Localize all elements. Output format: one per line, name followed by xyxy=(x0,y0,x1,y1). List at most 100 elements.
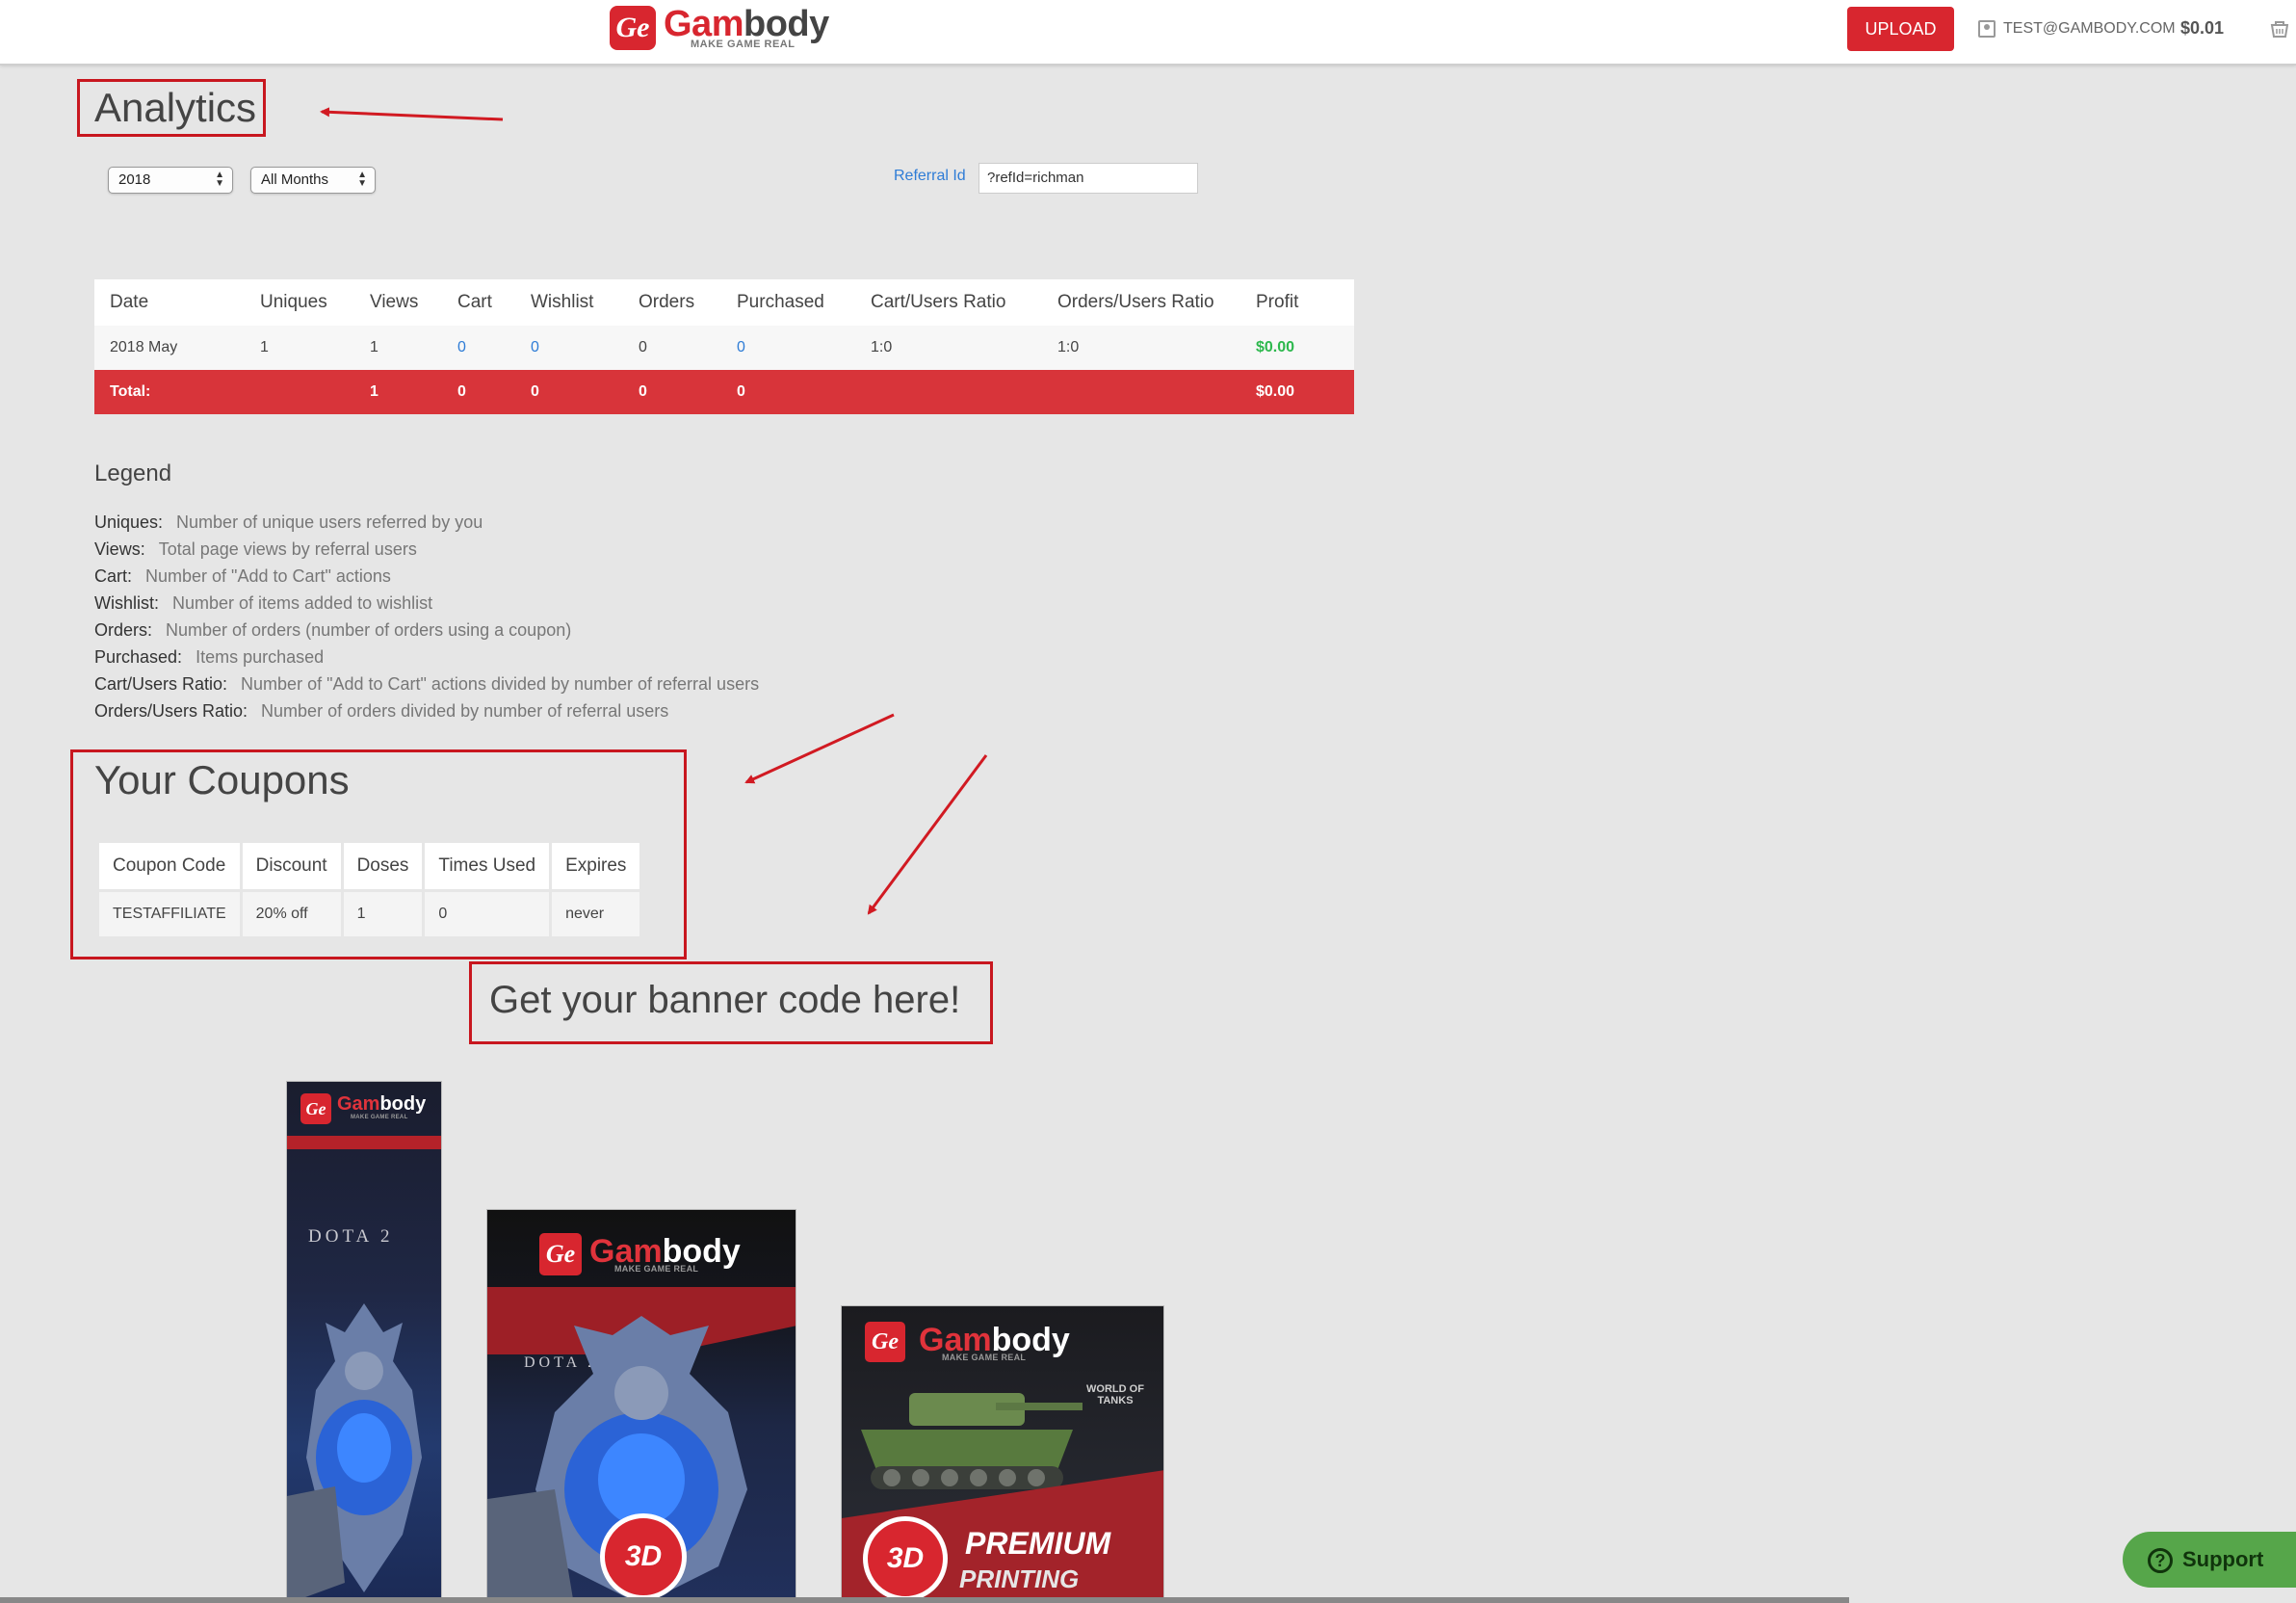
referral-id-label: Referral Id xyxy=(894,168,966,184)
table-row: TESTAFFILIATE 20% off 1 0 never xyxy=(99,892,640,936)
total-profit: $0.00 xyxy=(1240,370,1354,414)
banner-logo-word-red: Gam xyxy=(337,1093,380,1115)
cell-cart-link[interactable]: 0 xyxy=(442,326,515,370)
col-doses: Doses xyxy=(343,843,423,889)
cell-wishlist-link[interactable]: 0 xyxy=(515,326,623,370)
window-bottom-edge xyxy=(0,1597,1849,1603)
printing-text: PRINTING xyxy=(959,1564,1080,1593)
dota-hero-artwork xyxy=(287,1303,422,1602)
dota2-logo-text: DOTA 2 xyxy=(308,1226,394,1247)
col-discount: Discount xyxy=(242,843,341,889)
support-button[interactable]: ? Support xyxy=(2123,1532,2296,1588)
legend-key: Views: xyxy=(94,539,145,559)
banner-logo-tagline: MAKE GAME REAL xyxy=(942,1353,1027,1362)
legend-item: Orders/Users Ratio: Number of orders divi… xyxy=(94,701,668,722)
col-expires: Expires xyxy=(552,843,640,889)
legend-value: Number of items added to wishlist xyxy=(172,593,433,613)
coupons-title: Your Coupons xyxy=(94,757,350,802)
cell-times-used: 0 xyxy=(425,892,550,936)
col-coupon-code: Coupon Code xyxy=(99,843,240,889)
legend-value: Number of unique users referred by you xyxy=(176,512,483,532)
banner-logo-icon: Ge xyxy=(539,1233,582,1275)
legend-value: Number of "Add to Cart" actions xyxy=(145,566,391,586)
total-orders-users-ratio xyxy=(1042,370,1240,414)
legend-item: Orders: Number of orders (number of order… xyxy=(94,620,571,641)
help-icon: ? xyxy=(2148,1548,2173,1574)
analytics-table: Date Uniques Views Cart Wishlist Orders … xyxy=(94,279,1354,414)
col-purchased: Purchased xyxy=(721,279,855,326)
legend-value: Number of orders (number of orders using… xyxy=(166,620,572,640)
cell-cart-users-ratio: 1:0 xyxy=(855,326,1042,370)
cell-discount: 20% off xyxy=(242,892,341,936)
legend-key: Purchased: xyxy=(94,647,183,667)
legend-key: Orders: xyxy=(94,620,153,640)
legend-key: Uniques: xyxy=(94,512,164,532)
badge-3d-icon: 3D xyxy=(863,1516,948,1601)
cell-purchased-link[interactable]: 0 xyxy=(721,326,855,370)
referral-id-field[interactable]: ?refId=richman xyxy=(978,163,1198,194)
banner-logo-icon: Ge xyxy=(300,1093,331,1124)
legend-value: Number of "Add to Cart" actions divided … xyxy=(241,674,760,694)
legend-item: Cart: Number of "Add to Cart" actions xyxy=(94,566,391,587)
total-cart-users-ratio xyxy=(855,370,1042,414)
col-uniques: Uniques xyxy=(245,279,354,326)
legend-value: Items purchased xyxy=(196,647,325,667)
banner-logo-word-dark: body xyxy=(379,1093,427,1115)
legend-item: Views: Total page views by referral users xyxy=(94,539,417,560)
premium-text: PREMIUM xyxy=(965,1526,1111,1561)
table-total-row: Total: 1 0 0 0 0 $0.00 xyxy=(94,370,1354,414)
col-cart-users-ratio: Cart/Users Ratio xyxy=(855,279,1042,326)
legend-value: Total page views by referral users xyxy=(158,539,417,559)
cell-doses: 1 xyxy=(343,892,423,936)
cell-coupon-code: TESTAFFILIATE xyxy=(99,892,240,936)
legend-key: Cart/Users Ratio: xyxy=(94,674,228,694)
legend-item: Wishlist: Number of items added to wishli… xyxy=(94,593,432,614)
legend-item: Cart/Users Ratio: Number of "Add to Cart"… xyxy=(94,674,759,695)
col-date: Date xyxy=(94,279,245,326)
cell-orders-users-ratio: 1:0 xyxy=(1042,326,1240,370)
cell-date: 2018 May xyxy=(94,326,245,370)
total-uniques xyxy=(245,370,354,414)
coupons-table: Coupon Code Discount Doses Times Used Ex… xyxy=(96,840,642,939)
cell-views: 1 xyxy=(354,326,442,370)
total-label: Total: xyxy=(94,370,245,414)
total-purchased: 0 xyxy=(721,370,855,414)
dota-skyscraper-banner[interactable]: Ge Gambody MAKE GAME REAL DOTA 2 xyxy=(286,1081,442,1603)
arrow-to-analytics xyxy=(320,107,504,121)
banner-logo-icon: Ge xyxy=(865,1322,905,1362)
total-orders: 0 xyxy=(623,370,721,414)
dota-square-banner[interactable]: Ge Gambody MAKE GAME REAL DOTA 2 3D xyxy=(486,1209,796,1603)
table-row: 2018 May 1 1 0 0 0 0 1:0 1:0 $0.00 xyxy=(94,326,1354,370)
select-arrows-icon: ▲ ▼ xyxy=(357,170,367,189)
table-header-row: Coupon Code Discount Doses Times Used Ex… xyxy=(99,843,640,889)
banner-logo-tagline: MAKE GAME REAL xyxy=(614,1264,699,1274)
col-times-used: Times Used xyxy=(425,843,550,889)
col-cart: Cart xyxy=(442,279,515,326)
wot-premium-banner[interactable]: Ge Gambody MAKE GAME REAL WORLD OF TANKS… xyxy=(841,1305,1164,1603)
month-select-value: All Months xyxy=(261,171,329,188)
col-wishlist: Wishlist xyxy=(515,279,623,326)
col-profit: Profit xyxy=(1240,279,1354,326)
col-views: Views xyxy=(354,279,442,326)
cell-expires: never xyxy=(552,892,640,936)
total-wishlist: 0 xyxy=(515,370,623,414)
legend-key: Orders/Users Ratio: xyxy=(94,701,248,721)
year-select-value: 2018 xyxy=(118,171,151,188)
arrow-to-coupons xyxy=(744,713,895,784)
legend-value: Number of orders divided by number of re… xyxy=(261,701,669,721)
legend-key: Cart: xyxy=(94,566,133,586)
banner-code-heading: Get your banner code here! xyxy=(489,979,961,1021)
table-header-row: Date Uniques Views Cart Wishlist Orders … xyxy=(94,279,1354,326)
total-cart: 0 xyxy=(442,370,515,414)
col-orders: Orders xyxy=(623,279,721,326)
banner-logo-tagline: MAKE GAME REAL xyxy=(351,1115,408,1120)
badge-3d-icon: 3D xyxy=(600,1513,687,1600)
legend-item: Purchased: Items purchased xyxy=(94,647,324,668)
cell-orders: 0 xyxy=(623,326,721,370)
legend-item: Uniques: Number of unique users referred … xyxy=(94,512,483,533)
wot-logo-icon: WORLD OF TANKS xyxy=(1086,1383,1144,1406)
cell-uniques: 1 xyxy=(245,326,354,370)
month-select[interactable]: All Months ▲ ▼ xyxy=(250,167,376,194)
banner-logo-text: Gambody xyxy=(337,1093,426,1116)
year-select[interactable]: 2018 ▲ ▼ xyxy=(108,167,233,194)
